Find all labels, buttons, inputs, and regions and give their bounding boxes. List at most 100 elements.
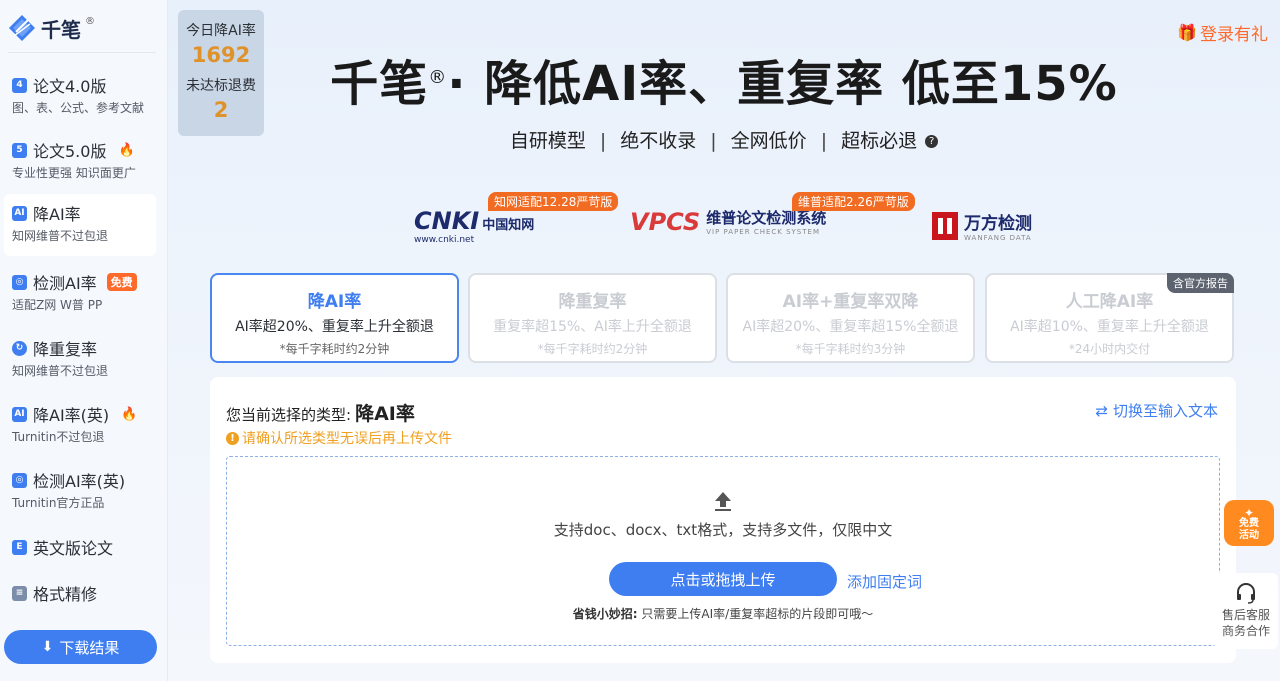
- official-report-tag: 含官方报告: [1167, 273, 1234, 293]
- tip-text: 只需要上传AI率/重复率超标的片段即可哦～: [637, 607, 874, 621]
- headset-icon: [1237, 583, 1255, 604]
- sidebar-item-thesis-4[interactable]: 4 论文4.0版 图、表、公式、参考文献: [4, 66, 156, 116]
- upload-icon: [715, 492, 731, 511]
- sidebar-item-label: 格式精修: [33, 585, 98, 604]
- promo-line2: 活动: [1239, 530, 1259, 541]
- ai-icon: AI: [12, 205, 27, 221]
- divider: [8, 52, 156, 53]
- swap-icon: ⇄: [1095, 401, 1108, 420]
- wanfang-name: 万方检测: [964, 214, 1032, 234]
- english-doc-icon: E: [12, 539, 27, 555]
- wanfang-en: WANFANG DATA: [964, 234, 1032, 242]
- help-icon[interactable]: ?: [925, 135, 939, 148]
- mode-card-reduce-duplicate[interactable]: 降重复率 重复率超15%、AI率上升全额退 *每千字耗时约2分钟: [468, 273, 717, 363]
- mode-desc: 重复率超15%、AI率上升全额退: [493, 319, 692, 335]
- feature-item: 自研模型: [509, 130, 586, 152]
- warning-icon: !: [226, 431, 239, 445]
- star-icon: ✦: [1243, 506, 1255, 520]
- download-label: 下载结果: [59, 638, 120, 657]
- sidebar-item-label: 论文5.0版: [33, 142, 107, 161]
- selected-type: 您当前选择的类型: 降AI率: [226, 399, 415, 426]
- hero-brand: 千笔: [330, 56, 429, 112]
- signup-gift-link[interactable]: 🎁 登录有礼: [1177, 20, 1268, 45]
- sidebar-item-label: 论文4.0版: [33, 77, 107, 96]
- sidebar-item-sub: 图、表、公式、参考文献: [12, 101, 145, 115]
- sidebar-item-reduce-ai-en[interactable]: AI 降AI率(英) 🔥 Turnitin不过包退: [4, 395, 156, 445]
- tip-title: 省钱小妙招:: [572, 607, 638, 621]
- mode-desc: AI率超20%、重复率上升全额退: [235, 319, 434, 335]
- thesis-5-icon: 5: [12, 142, 27, 158]
- vpcs-logo: 维普适配2.26严苛版 VPCS 维普论文检测系统 VIP PAPER CHEC…: [630, 192, 915, 236]
- customer-service-button[interactable]: 售后客服 商务合作: [1214, 573, 1278, 649]
- sidebar-item-thesis-5[interactable]: 5 论文5.0版 🔥 专业性更强 知识面更广: [4, 131, 156, 181]
- cnki-logo: 知网适配12.28严苛版 CNKI 中国知网 www.cnki.net: [414, 192, 619, 245]
- logo[interactable]: 千笔 ®: [6, 10, 95, 46]
- sidebar-item-sub: 适配Z网 W普 PP: [12, 298, 103, 312]
- type-label: 您当前选择的类型:: [226, 406, 352, 424]
- promo-line1: 免费: [1239, 518, 1259, 529]
- add-fixed-words-link[interactable]: 添加固定词: [847, 571, 922, 592]
- sidebar: 千笔 ® 4 论文4.0版 图、表、公式、参考文献 5 论文5.0版 🔥 专业性…: [0, 0, 168, 681]
- sidebar-item-format-polish[interactable]: ≡ 格式精修: [4, 574, 156, 604]
- logo-reg-mark: ®: [85, 15, 95, 27]
- feature-item: 绝不收录: [620, 130, 697, 152]
- hero-features: 自研模型 | 绝不收录 | 全网低价 | 超标必退 ?: [168, 126, 1280, 153]
- refresh-icon: ↻: [12, 340, 27, 356]
- feature-item: 超标必退: [841, 130, 918, 152]
- sidebar-item-reduce-duplicate[interactable]: ↻ 降重复率 知网维普不过包退: [4, 329, 156, 379]
- service-line1: 售后客服: [1221, 608, 1270, 622]
- mode-card-dual-reduce[interactable]: AI率+重复率双降 AI率超20%、重复率超15%全额退 *每千字耗时约3分钟: [726, 273, 975, 363]
- sidebar-item-sub: Turnitin官方正品: [12, 496, 105, 510]
- wanfang-mark-icon: [932, 211, 958, 240]
- sidebar-item-sub: 专业性更强 知识面更广: [12, 166, 136, 180]
- hero-slogan: · 降低AI率、重复率 低至15%: [447, 56, 1118, 112]
- sidebar-item-label: 英文版论文: [33, 539, 114, 558]
- supported-formats: 支持doc、docx、txt格式，支持多文件，仅限中文: [553, 521, 893, 539]
- mode-title: 降重复率: [558, 292, 627, 312]
- wanfang-logo: 万方检测 WANFANG DATA: [932, 209, 1032, 242]
- mode-card-reduce-ai[interactable]: 降AI率 AI率超20%、重复率上升全额退 *每千字耗时约2分钟: [210, 273, 459, 363]
- logo-text: 千笔: [41, 17, 81, 42]
- switch-to-text-link[interactable]: ⇄ 切换至输入文本: [1095, 400, 1218, 421]
- today-label: 今日降AI率: [186, 23, 256, 39]
- detect-icon: ◎: [12, 274, 27, 290]
- cnki-badge: 知网适配12.28严苛版: [488, 192, 619, 211]
- hero-reg-mark: ®: [428, 67, 448, 88]
- upload-panel: 您当前选择的类型: 降AI率 ⇄ 切换至输入文本 ! 请确认所选类型无误后再上传…: [210, 377, 1236, 663]
- money-saving-tip: 省钱小妙招: 只需要上传AI率/重复率超标的片段即可哦～: [227, 605, 1219, 622]
- download-icon: ⬇: [41, 639, 54, 655]
- vpcs-en: VIP PAPER CHECK SYSTEM: [706, 228, 820, 236]
- sidebar-item-sub: Turnitin不过包退: [12, 430, 105, 444]
- sidebar-item-label: 降AI率(英): [33, 406, 110, 425]
- vpcs-logo-text: VPCS: [630, 207, 701, 236]
- mode-card-manual-reduce-ai[interactable]: 含官方报告 人工降AI率 AI率超10%、重复率上升全额退 *24小时内交付: [985, 273, 1234, 363]
- sidebar-item-label: 降AI率: [33, 205, 81, 224]
- fire-icon: 🔥: [121, 406, 138, 422]
- download-results-button[interactable]: ⬇ 下载结果: [4, 630, 157, 664]
- sidebar-item-sub: 知网维普不过包退: [12, 229, 109, 243]
- sidebar-item-reduce-ai[interactable]: AI 降AI率 知网维普不过包退: [4, 194, 156, 256]
- sidebar-item-english-thesis[interactable]: E 英文版论文: [4, 528, 156, 558]
- type-value: 降AI率: [355, 403, 415, 425]
- mode-note: *每千字耗时约2分钟: [537, 342, 648, 356]
- sidebar-item-sub: 知网维普不过包退: [12, 364, 109, 378]
- upload-button[interactable]: 点击或拖拽上传: [609, 562, 837, 596]
- ai-icon: AI: [12, 406, 27, 422]
- logo-icon: [9, 15, 35, 41]
- service-line2: 商务合作: [1221, 624, 1270, 638]
- mode-note: *每千字耗时约3分钟: [795, 342, 906, 356]
- mode-title: AI率+重复率双降: [782, 292, 919, 312]
- signup-label: 登录有礼: [1200, 25, 1268, 45]
- file-dropzone[interactable]: 支持doc、docx、txt格式，支持多文件，仅限中文 点击或拖拽上传 添加固定…: [226, 456, 1220, 646]
- mode-note: *每千字耗时约2分钟: [279, 342, 390, 356]
- cnki-url: www.cnki.net: [414, 235, 475, 245]
- type-warning: ! 请确认所选类型无误后再上传文件: [226, 428, 452, 448]
- sidebar-item-label: 检测AI率(英): [33, 472, 126, 491]
- thesis-4-icon: 4: [12, 77, 27, 93]
- free-activity-button[interactable]: ✦ 免费 活动: [1224, 500, 1274, 546]
- fire-icon: 🔥: [118, 142, 135, 158]
- switch-label: 切换至输入文本: [1112, 402, 1218, 420]
- gift-icon: 🎁: [1177, 23, 1197, 42]
- sidebar-item-detect-ai-en[interactable]: ◎ 检测AI率(英) Turnitin官方正品: [4, 461, 156, 511]
- sidebar-item-detect-ai[interactable]: ◎ 检测AI率 免费 适配Z网 W普 PP: [4, 263, 156, 313]
